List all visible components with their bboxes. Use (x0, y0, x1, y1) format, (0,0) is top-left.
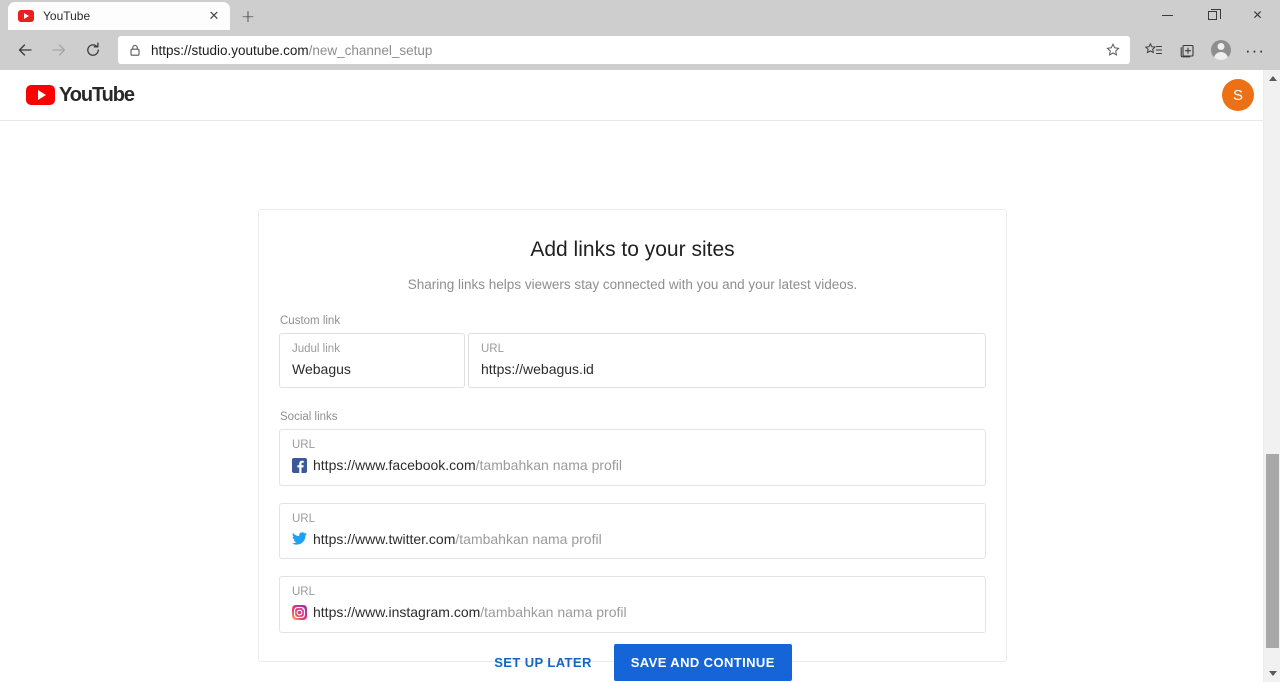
youtube-logo[interactable]: YouTube (26, 83, 135, 107)
restore-button[interactable] (1190, 0, 1235, 30)
card-actions: SET UP LATER SAVE AND CONTINUE (0, 644, 1280, 681)
custom-link-title-value: Webagus (292, 360, 351, 377)
favorite-star-icon[interactable] (1102, 42, 1124, 58)
custom-link-title-field[interactable]: Judul link Webagus (279, 333, 465, 389)
reload-icon[interactable] (76, 35, 110, 65)
window-controls: ✕ (1145, 0, 1280, 30)
collections-icon[interactable] (1170, 35, 1204, 65)
youtube-play-icon (26, 85, 55, 105)
account-avatar[interactable]: S (1222, 79, 1254, 111)
address-bar-url: https://studio.youtube.com/new_channel_s… (151, 43, 1102, 58)
facebook-icon (292, 457, 307, 473)
social-link-twitter-label: URL (292, 512, 316, 525)
social-link-instagram-prefix: https://www.instagram.com (313, 603, 481, 620)
social-link-twitter-prefix: https://www.twitter.com (313, 530, 456, 547)
content-area: Add links to your sites Sharing links he… (0, 121, 1280, 682)
favorites-list-icon[interactable] (1136, 35, 1170, 65)
twitter-icon (292, 531, 307, 546)
custom-link-url-field[interactable]: URL https://webagus.id (468, 333, 986, 389)
lock-icon (128, 43, 142, 57)
close-window-button[interactable]: ✕ (1235, 0, 1280, 30)
custom-link-section-label: Custom link (280, 315, 341, 327)
tab-title: YouTube (43, 9, 91, 23)
browser-profile-avatar[interactable] (1204, 35, 1238, 65)
browser-more-menu-icon[interactable]: ··· (1238, 35, 1272, 65)
browser-chrome: YouTube ✕ + ✕ https://studio.youtube.com… (0, 0, 1280, 70)
social-link-facebook-placeholder: /tambahkan nama profil (475, 457, 622, 474)
scrollbar-thumb[interactable] (1266, 454, 1279, 648)
set-up-later-button[interactable]: SET UP LATER (488, 647, 598, 678)
browser-tab-youtube[interactable]: YouTube ✕ (8, 2, 230, 30)
instagram-icon (292, 604, 307, 620)
page-subtitle: Sharing links helps viewers stay connect… (407, 277, 858, 292)
url-domain: https://studio.youtube.com (151, 42, 309, 58)
youtube-wordmark: YouTube (59, 83, 135, 106)
social-link-facebook-value: https://www.facebook.com /tambahkan nama… (292, 457, 973, 474)
social-link-twitter-placeholder: /tambahkan nama profil (455, 530, 602, 547)
page-viewport: YouTube S Add links to your sites Sharin… (0, 70, 1280, 682)
youtube-icon (18, 10, 34, 22)
social-links-section-label: Social links (280, 411, 338, 424)
scroll-down-icon[interactable] (1264, 665, 1280, 682)
tab-strip: YouTube ✕ + ✕ (0, 0, 1280, 30)
browser-toolbar: https://studio.youtube.com/new_channel_s… (0, 30, 1280, 70)
address-bar[interactable]: https://studio.youtube.com/new_channel_s… (118, 36, 1130, 64)
social-link-facebook-field[interactable]: URL https://www.facebook.com /tambahkan … (279, 429, 986, 486)
save-and-continue-button[interactable]: SAVE AND CONTINUE (613, 644, 792, 681)
page-title: Add links to your sites (530, 238, 735, 261)
minimize-button[interactable] (1145, 0, 1190, 30)
social-link-instagram-placeholder: /tambahkan nama profil (480, 603, 627, 620)
social-link-twitter-value: https://www.twitter.com /tambahkan nama … (292, 531, 973, 548)
page-scrollbar[interactable] (1263, 70, 1280, 682)
custom-link-url-label: URL (481, 343, 505, 355)
new-tab-button[interactable]: + (234, 4, 262, 30)
social-link-facebook-prefix: https://www.facebook.com (313, 457, 476, 474)
social-link-instagram-value: https://www.instagram.com /tambahkan nam… (292, 604, 973, 621)
custom-link-row: Judul link Webagus URL https://webagus.i… (279, 333, 986, 389)
add-links-card: Add links to your sites Sharing links he… (258, 209, 1007, 662)
close-tab-icon[interactable]: ✕ (206, 10, 222, 23)
custom-link-url-value: https://webagus.id (481, 360, 594, 377)
social-link-facebook-label: URL (292, 439, 316, 452)
custom-link-title-label: Judul link (292, 343, 340, 355)
youtube-header: YouTube S (0, 70, 1280, 121)
scroll-up-icon[interactable] (1264, 70, 1280, 87)
back-icon[interactable] (8, 35, 42, 65)
social-link-instagram-field[interactable]: URL https://www.instagram.com /tambahkan… (279, 576, 986, 633)
forward-icon (42, 35, 76, 65)
social-link-twitter-field[interactable]: URL https://www.twitter.com /tambahkan n… (279, 502, 986, 560)
ellipsis-icon: ··· (1245, 40, 1265, 60)
social-link-instagram-label: URL (292, 586, 316, 599)
url-path: /new_channel_setup (308, 42, 433, 58)
